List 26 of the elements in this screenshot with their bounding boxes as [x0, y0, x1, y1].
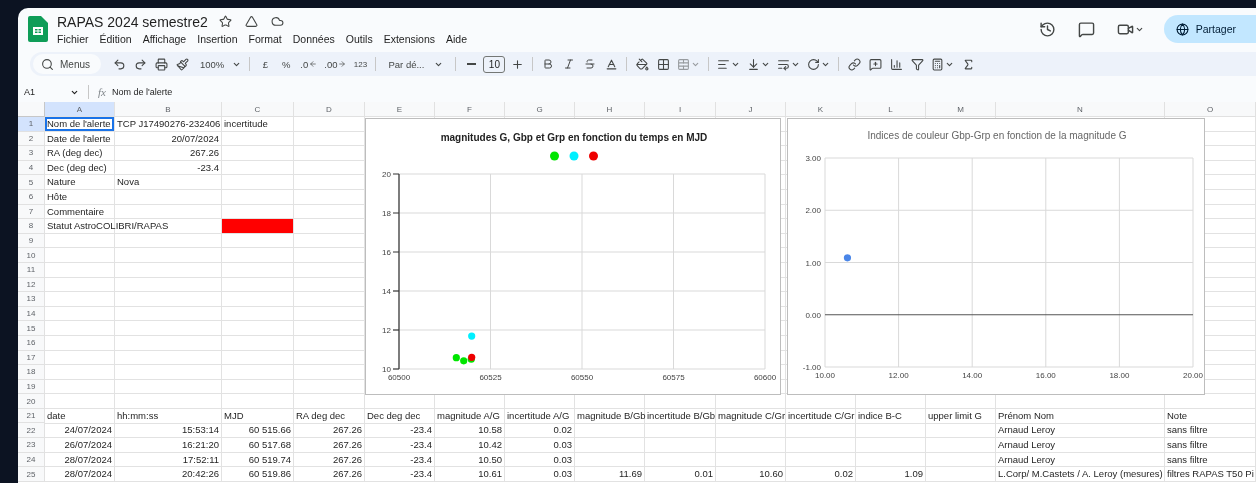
axis-tick-label: 20.00: [1183, 371, 1203, 380]
axis-tick-label: 16: [382, 248, 391, 257]
axis-tick-label: 0.00: [805, 310, 821, 320]
axis-tick-label: 60525: [479, 373, 502, 382]
axis-tick-label: 2.00: [805, 206, 821, 216]
axis-tick-label: 14: [382, 287, 391, 296]
axis-tick-label: 12: [382, 326, 391, 335]
axis-tick-label: 1.00: [805, 258, 821, 268]
axis-tick-label: -1.00: [802, 363, 821, 372]
function-label: fx: [98, 86, 106, 98]
chart-title: magnitudes G, Gbp et Grp en fonction du temps en MJD: [440, 132, 708, 143]
axis-tick-label: 12.00: [888, 371, 909, 380]
axis-tick-label: 10: [382, 365, 391, 374]
axis-tick-label: 60500: [387, 373, 411, 382]
search-placeholder: Menus: [60, 58, 90, 70]
axis-tick-label: 14.00: [962, 371, 983, 380]
axis-tick-label: 60575: [662, 373, 685, 382]
axis-tick-label: 60550: [570, 373, 594, 382]
axis-tick-label: 16.00: [1035, 371, 1056, 380]
axis-tick-label: 18: [382, 209, 391, 218]
axis-tick-label: 3.00: [805, 154, 821, 163]
axis-tick-label: 18.00: [1109, 371, 1130, 380]
axis-tick-label: 60600: [753, 373, 777, 382]
axis-tick-label: 10.00: [815, 371, 835, 380]
axis-tick-label: 20: [382, 170, 391, 179]
chart-title: Indices de couleur Gbp-Grp en fonction de la magnitude G: [867, 130, 1127, 141]
